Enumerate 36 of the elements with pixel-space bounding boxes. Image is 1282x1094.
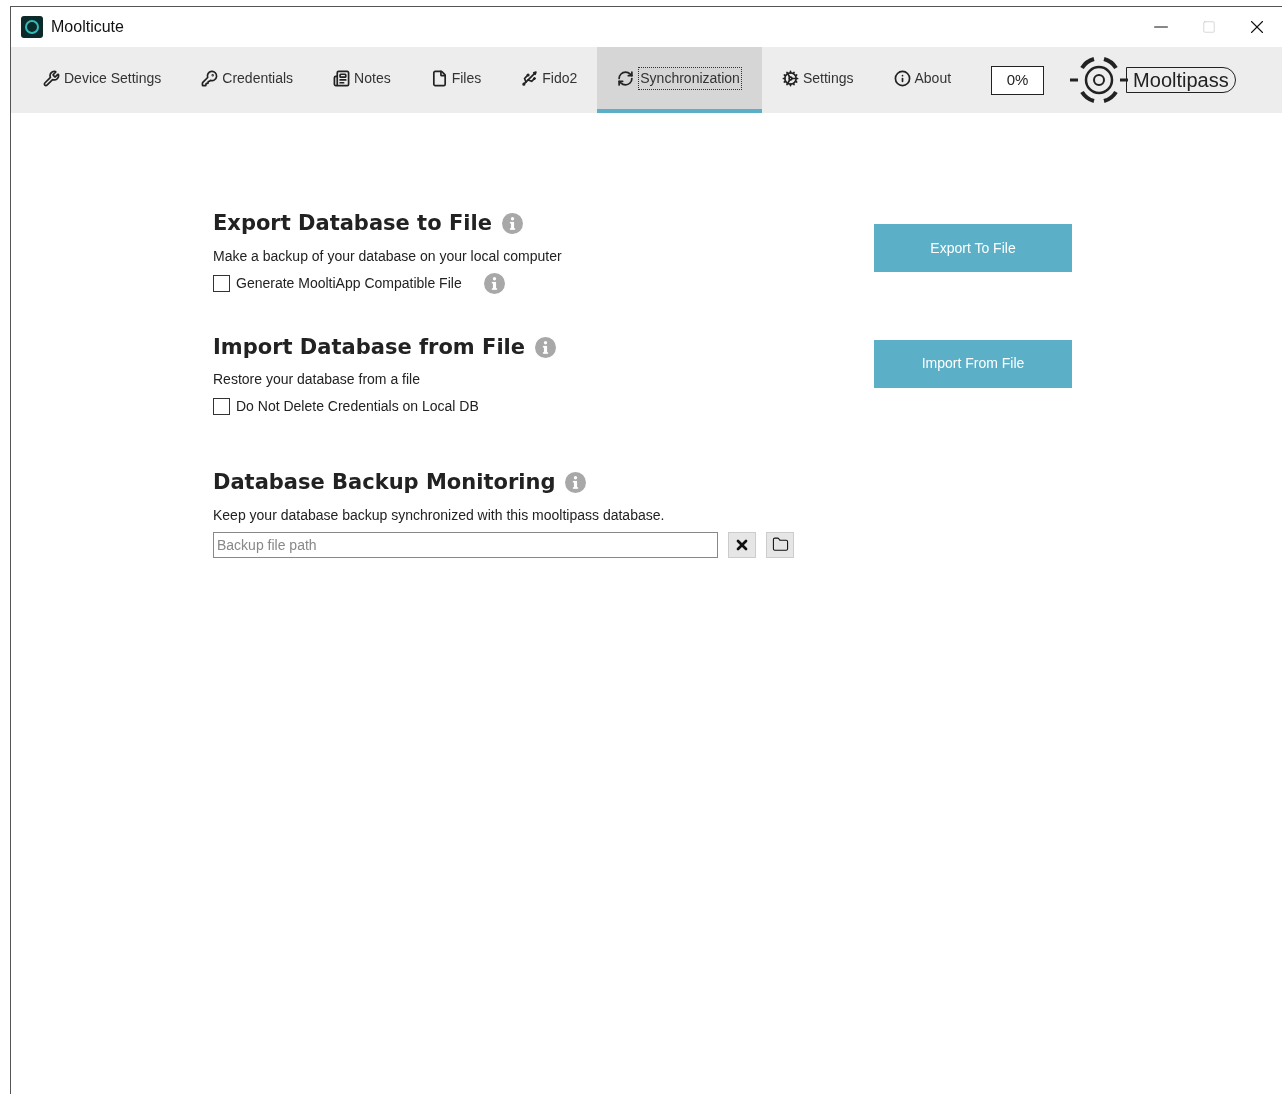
section-title: Database Backup Monitoring (213, 469, 556, 496)
checkbox-label: Do Not Delete Credentials on Local DB (236, 397, 479, 416)
folder-icon (771, 536, 789, 553)
backup-path-field[interactable]: Backup file path (213, 531, 718, 558)
checkbox[interactable] (213, 398, 230, 415)
key-icon (201, 69, 219, 87)
tab[interactable]: Synchronization (597, 47, 762, 113)
section-title: Export Database to File (213, 210, 492, 237)
window-title: Moolticute (51, 17, 124, 37)
file-icon (430, 69, 448, 87)
info-icon (565, 472, 587, 494)
app-icon (21, 16, 43, 38)
info-icon (535, 336, 557, 358)
checkbox-label: Generate MooltiApp Compatible File (236, 273, 462, 293)
wrench-icon (43, 69, 60, 87)
usb-icon (521, 69, 539, 87)
gear-logo-icon (1068, 54, 1131, 106)
progress-indicator: 0% (991, 65, 1045, 95)
newspaper-icon (333, 69, 351, 87)
section-title: Import Database from File (213, 333, 526, 361)
tab[interactable]: Credentials (181, 47, 314, 113)
info-icon (893, 69, 911, 87)
section-description: Restore your database from a file (213, 370, 421, 389)
info-icon (501, 213, 523, 235)
tab[interactable]: Settings (761, 47, 874, 113)
browse-button[interactable] (766, 531, 794, 558)
checkbox[interactable] (213, 274, 230, 292)
tab[interactable]: Fido2 (501, 47, 598, 113)
tab[interactable]: About (873, 47, 972, 113)
tab[interactable]: Files (410, 47, 502, 113)
clear-button[interactable] (728, 531, 756, 558)
tab[interactable]: Device Settings (23, 47, 182, 113)
section-description: Make a backup of your database on your local computer (213, 246, 562, 266)
tab[interactable]: Notes (313, 47, 411, 113)
section-description: Keep your database backup synchronized with this mooltipass database. (213, 505, 666, 525)
refresh-icon (617, 69, 635, 87)
